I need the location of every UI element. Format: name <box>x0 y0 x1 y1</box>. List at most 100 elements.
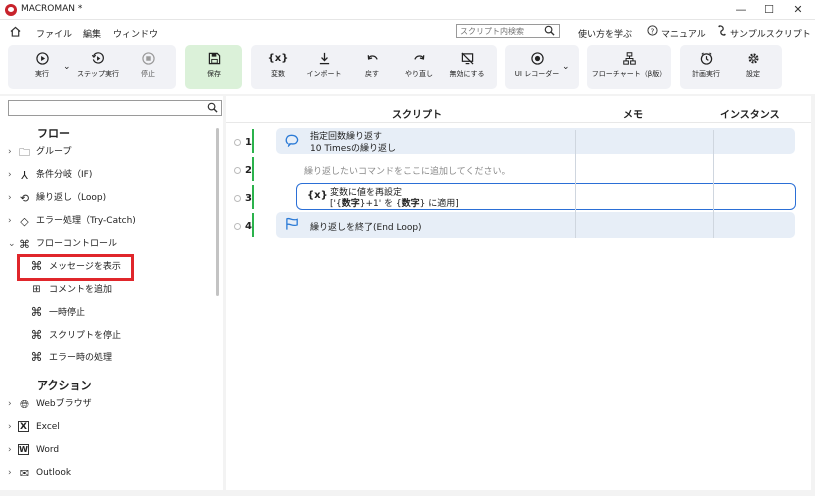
menu-edit[interactable]: 編集 <box>83 27 101 40</box>
script-editor <box>226 96 811 490</box>
breakpoint-dot-icon[interactable] <box>234 194 242 202</box>
home-icon[interactable] <box>10 26 21 40</box>
sidebar-item-excel[interactable]: › X Excel <box>8 418 213 436</box>
import-icon <box>319 52 329 65</box>
sidebar-scrollbar-thumb[interactable] <box>216 128 219 296</box>
loop-icon <box>285 133 300 150</box>
globe-icon: 🌐︎ <box>20 398 29 411</box>
row-status-bar <box>252 129 254 153</box>
minimize-button[interactable]: — <box>728 2 754 18</box>
step-detail: ['{数字}+1' を {数字} に適用] <box>330 199 459 209</box>
sidebar-item-add-comment[interactable]: ⊞ コメントを追加 <box>30 281 210 299</box>
breakpoint-dot-icon[interactable] <box>234 138 242 146</box>
drop-placeholder[interactable]: 繰り返したいコマンドをここに追加してください。 <box>304 164 510 177</box>
memo-column-divider <box>575 130 576 238</box>
branch-icon: ⅄ <box>21 169 28 182</box>
row-number-3[interactable]: 3 <box>230 193 252 204</box>
variable-icon: {x} <box>267 53 289 64</box>
command-search-box <box>8 100 222 116</box>
row-number-4[interactable]: 4 <box>230 221 252 232</box>
chevron-right-icon: › <box>8 193 12 203</box>
word-icon: W <box>18 444 29 455</box>
sidebar-item-word[interactable]: › W Word <box>8 441 213 459</box>
breakpoint-dot-icon[interactable] <box>234 222 242 230</box>
step-run-button[interactable]: ステップ実行 <box>74 52 122 86</box>
search-icon[interactable] <box>544 25 555 39</box>
title-bar <box>0 0 815 20</box>
breakpoint-dot-icon[interactable] <box>234 166 242 174</box>
variable-button[interactable]: {x} 変数 <box>264 52 292 86</box>
stop-button[interactable]: 停止 <box>133 52 163 86</box>
save-button[interactable]: 保存 <box>198 52 230 86</box>
command-search-input[interactable] <box>9 101 199 115</box>
schedule-button[interactable]: 計画実行 <box>688 52 724 86</box>
svg-text:?: ? <box>651 26 655 35</box>
variable-icon: {x} <box>307 190 328 201</box>
save-icon <box>208 52 220 65</box>
sidebar-item-label: Outlook <box>36 468 72 478</box>
manual-link[interactable]: マニュアル <box>661 27 706 40</box>
run-dropdown-chevron-icon[interactable]: ⌄ <box>63 62 71 72</box>
command-icon: ⌘ <box>30 305 43 319</box>
menu-window[interactable]: ウィンドウ <box>113 27 158 40</box>
sidebar-item-outlook[interactable]: › ✉︎ Outlook <box>8 464 213 482</box>
column-header-instance: インスタンス <box>720 110 780 121</box>
undo-button[interactable]: 戻す <box>358 52 386 86</box>
sidebar-item-label: Webブラウザ <box>36 399 92 409</box>
command-search-icon[interactable] <box>207 102 218 116</box>
instance-column-divider <box>713 130 714 238</box>
learn-link[interactable]: 使い方を学ぶ <box>578 27 632 40</box>
sidebar-item-label: 一時停止 <box>49 308 86 318</box>
menu-file[interactable]: ファイル <box>36 27 72 40</box>
sidebar-item-label: Excel <box>36 422 60 432</box>
chevron-right-icon: › <box>8 468 12 478</box>
flag-icon <box>285 217 300 234</box>
sidebar-item-on-error[interactable]: ⌘ エラー時の処理 <box>30 349 210 367</box>
sidebar-item-label: 条件分岐（IF) <box>36 170 93 180</box>
sidebar-item-stop-script[interactable]: ⌘ スクリプトを停止 <box>30 327 210 345</box>
ui-recorder-button[interactable]: UI レコーダー <box>511 52 563 86</box>
sidebar-item-loop[interactable]: › ⟲ 繰り返し（Loop) <box>8 189 213 207</box>
import-button[interactable]: インポート <box>304 52 344 86</box>
flow-section-title: フロー <box>37 127 70 140</box>
group-folder-icon: 🗀 <box>19 146 30 159</box>
stop-icon <box>141 52 155 65</box>
chevron-right-icon: › <box>8 170 12 180</box>
sidebar-item-label: スクリプトを停止 <box>49 331 122 341</box>
sidebar-item-flow-control[interactable]: ⌄ ⌘ フローコントロール <box>8 235 213 253</box>
sample-script-icon <box>717 25 727 39</box>
run-button[interactable]: 実行 <box>26 52 58 86</box>
step-detail: 10 Timesの繰り返し <box>310 144 397 154</box>
maximize-button[interactable]: ☐ <box>756 2 782 18</box>
flowchart-button[interactable]: フローチャート（β版） <box>590 52 668 86</box>
flowchart-icon <box>622 52 636 65</box>
disable-button[interactable]: 無効にする <box>445 52 489 86</box>
gear-icon <box>747 53 759 64</box>
disable-icon <box>461 52 473 65</box>
close-button[interactable]: ✕ <box>785 2 811 18</box>
sidebar-item-if[interactable]: › ⅄ 条件分岐（IF) <box>8 166 213 184</box>
help-icon: ? <box>647 25 658 39</box>
outlook-mail-icon: ✉︎ <box>19 467 30 480</box>
sidebar-item-web-browser[interactable]: › 🌐︎ Webブラウザ <box>8 395 213 413</box>
row-number-1[interactable]: 1 <box>230 137 252 148</box>
row-number-2[interactable]: 2 <box>230 165 252 176</box>
chevron-right-icon: › <box>8 422 12 432</box>
sidebar-item-label: Word <box>36 445 60 455</box>
sidebar-item-group[interactable]: › 🗀 グループ <box>8 143 213 161</box>
undo-icon <box>367 55 378 60</box>
loop-icon: ⟲ <box>19 192 30 205</box>
recorder-dropdown-chevron-icon[interactable]: ⌄ <box>562 62 570 72</box>
redo-button[interactable]: やり直し <box>401 52 437 86</box>
action-section-title: アクション <box>37 379 92 392</box>
sidebar-item-label: コメントを追加 <box>49 285 113 295</box>
record-icon <box>530 52 544 65</box>
sample-script-link[interactable]: サンプルスクリプト <box>730 27 811 40</box>
sidebar-item-try-catch[interactable]: › ◇ エラー処理（Try-Catch) <box>8 212 213 230</box>
sidebar-item-pause[interactable]: ⌘ 一時停止 <box>30 304 210 322</box>
chevron-right-icon: › <box>8 147 12 157</box>
excel-icon: X <box>18 421 29 432</box>
settings-button[interactable]: 設定 <box>738 52 768 86</box>
script-search-input[interactable] <box>457 25 543 37</box>
row-status-bar <box>252 185 254 209</box>
